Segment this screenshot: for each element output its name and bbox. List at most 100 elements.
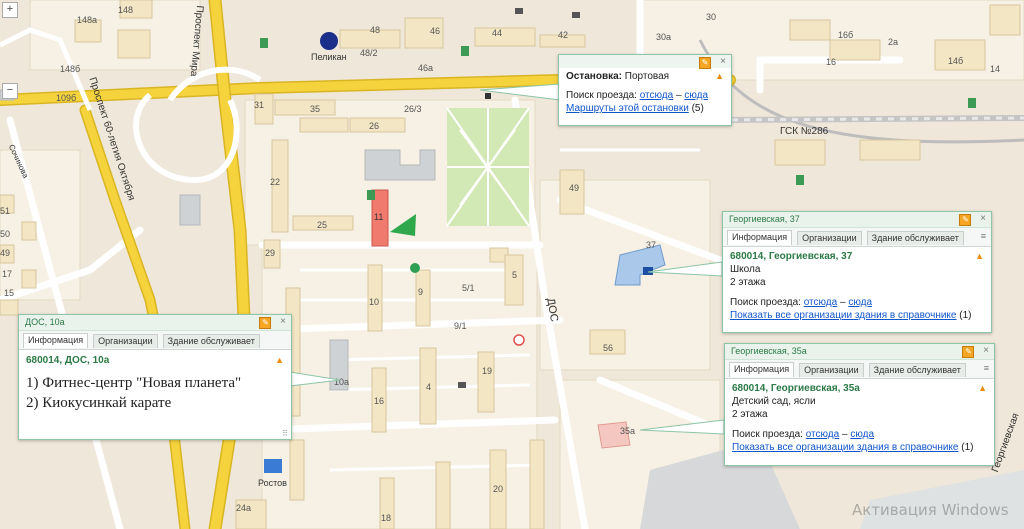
house-number: 20 xyxy=(493,484,504,494)
house-number: 29 xyxy=(265,248,276,258)
house-number: 5 xyxy=(512,270,518,280)
tab-building-serves[interactable]: Здание обслуживает xyxy=(868,363,966,377)
building-floors: 2 этажа xyxy=(730,277,766,288)
house-number: 18 xyxy=(381,513,392,523)
warning-icon[interactable]: ▲ xyxy=(975,250,984,263)
close-icon[interactable]: × xyxy=(981,346,991,356)
all-orgs-link[interactable]: Показать все организации здания в справо… xyxy=(732,442,958,453)
house-number: 4 xyxy=(426,382,432,392)
all-orgs-count: (1) xyxy=(961,442,974,453)
house-number: 17 xyxy=(2,269,13,279)
close-icon[interactable]: × xyxy=(278,317,288,327)
street-label: ГСК №286 xyxy=(780,126,829,137)
org-line-1: 1) Фитнес-центр "Новая планета" xyxy=(26,375,242,391)
route-to-link[interactable]: сюда xyxy=(850,429,874,440)
building-floors: 2 этажа xyxy=(732,409,768,420)
tab-building-serves[interactable]: Здание обслуживает xyxy=(162,334,260,348)
house-number: 15 xyxy=(4,288,15,298)
stop-title-value: Портовая xyxy=(624,71,670,82)
building-balloon-georgievskaya-37: Георгиевская, 37 ✎ × Информация Организа… xyxy=(722,211,992,333)
windows-activation-watermark: Активация Windows xyxy=(852,501,1009,519)
menu-icon[interactable]: ≡ xyxy=(984,363,989,373)
route-search-label: Поиск проезда: xyxy=(732,429,803,440)
pin-icon[interactable]: ✎ xyxy=(962,346,975,358)
route-dash: – xyxy=(839,297,846,308)
house-number: 44 xyxy=(492,28,503,38)
route-search-label: Поиск проезда: xyxy=(730,297,801,308)
close-icon[interactable]: × xyxy=(718,57,728,67)
route-from-link[interactable]: отсюда xyxy=(640,90,674,101)
house-number: 25 xyxy=(317,220,328,230)
route-to-link[interactable]: сюда xyxy=(684,90,708,101)
tab-organizations[interactable]: Организации xyxy=(799,363,864,377)
route-dash: – xyxy=(675,90,682,101)
house-number: 24а xyxy=(236,503,252,513)
route-from-link[interactable]: отсюда xyxy=(804,297,838,308)
tab-organizations[interactable]: Организации xyxy=(93,334,158,348)
house-number: 49 xyxy=(569,183,580,193)
zoom-out-button[interactable]: − xyxy=(2,83,18,99)
house-number: 48/2 xyxy=(360,48,378,58)
route-dash: – xyxy=(841,429,848,440)
tab-info[interactable]: Информация xyxy=(729,362,795,377)
house-number: 9 xyxy=(418,287,424,297)
tab-building-serves[interactable]: Здание обслуживает xyxy=(866,231,964,245)
house-number: 51 xyxy=(0,206,11,216)
house-number: 16б xyxy=(838,30,854,40)
house-number: 26 xyxy=(369,121,380,131)
warning-icon[interactable]: ▲ xyxy=(978,382,987,395)
tab-info[interactable]: Информация xyxy=(23,333,89,348)
menu-icon[interactable]: ≡ xyxy=(981,231,986,241)
pin-icon[interactable]: ✎ xyxy=(698,57,711,69)
tab-info[interactable]: Информация xyxy=(727,230,793,245)
tab-organizations[interactable]: Организации xyxy=(797,231,862,245)
house-number: 5/1 xyxy=(462,283,475,293)
balloon-header: Георгиевская, 37 xyxy=(729,214,800,224)
house-number: 10а xyxy=(334,377,350,387)
poi-label: Пеликан xyxy=(311,52,347,62)
stop-routes-link[interactable]: Маршруты этой остановки xyxy=(566,103,689,114)
warning-icon[interactable]: ▲ xyxy=(715,70,724,83)
all-orgs-count: (1) xyxy=(959,310,972,321)
zoom-in-button[interactable]: + xyxy=(2,2,18,18)
house-number: 109б xyxy=(56,93,77,103)
house-number: 14 xyxy=(990,64,1001,74)
house-number: 26/3 xyxy=(404,104,422,114)
stop-title-label: Остановка: xyxy=(566,71,622,82)
house-number: 35а xyxy=(620,426,636,436)
building-balloon-dos-10a: ДОС, 10а ✎ × Информация Организации Здан… xyxy=(18,314,292,440)
stop-routes-count: (5) xyxy=(691,103,704,114)
house-number: 46 xyxy=(430,26,441,36)
route-from-link[interactable]: отсюда xyxy=(806,429,840,440)
close-icon[interactable]: × xyxy=(978,214,988,224)
house-number: 30 xyxy=(706,12,717,22)
balloon-header: Георгиевская, 35а xyxy=(731,346,807,356)
balloon-address: 680014, Георгиевская, 37 xyxy=(730,251,853,262)
house-number: 148а xyxy=(77,15,98,25)
house-number: 56 xyxy=(603,343,614,353)
house-number: 2а xyxy=(888,37,899,47)
building-type: Школа xyxy=(730,264,761,275)
route-search-label: Поиск проезда: xyxy=(566,90,637,101)
resize-handle[interactable]: ⠿ xyxy=(282,429,288,438)
stop-balloon: ✎ × Остановка: Портовая ▲ Поиск проезда:… xyxy=(558,54,732,126)
house-number: 148б xyxy=(60,64,81,74)
poi-label: Ростов xyxy=(258,478,287,488)
pin-icon[interactable]: ✎ xyxy=(959,214,972,226)
building-balloon-georgievskaya-35a: Георгиевская, 35а ✎ × Информация Организ… xyxy=(724,343,995,466)
pin-icon[interactable]: ✎ xyxy=(259,317,272,329)
route-to-link[interactable]: сюда xyxy=(848,297,872,308)
house-number: 35 xyxy=(310,104,321,114)
house-number: 19 xyxy=(482,366,493,376)
house-number: 9/1 xyxy=(454,321,467,331)
house-number: 48 xyxy=(370,25,381,35)
house-number: 37 xyxy=(646,240,657,250)
house-number: 49 xyxy=(0,248,11,258)
building-type: Детский сад, ясли xyxy=(732,396,816,407)
balloon-header: ДОС, 10а xyxy=(25,317,65,327)
balloon-address: 680014, Георгиевская, 35а xyxy=(732,383,860,394)
all-orgs-link[interactable]: Показать все организации здания в справо… xyxy=(730,310,956,321)
house-number: 42 xyxy=(558,30,569,40)
warning-icon[interactable]: ▲ xyxy=(275,354,284,367)
house-number: 11 xyxy=(374,212,384,222)
